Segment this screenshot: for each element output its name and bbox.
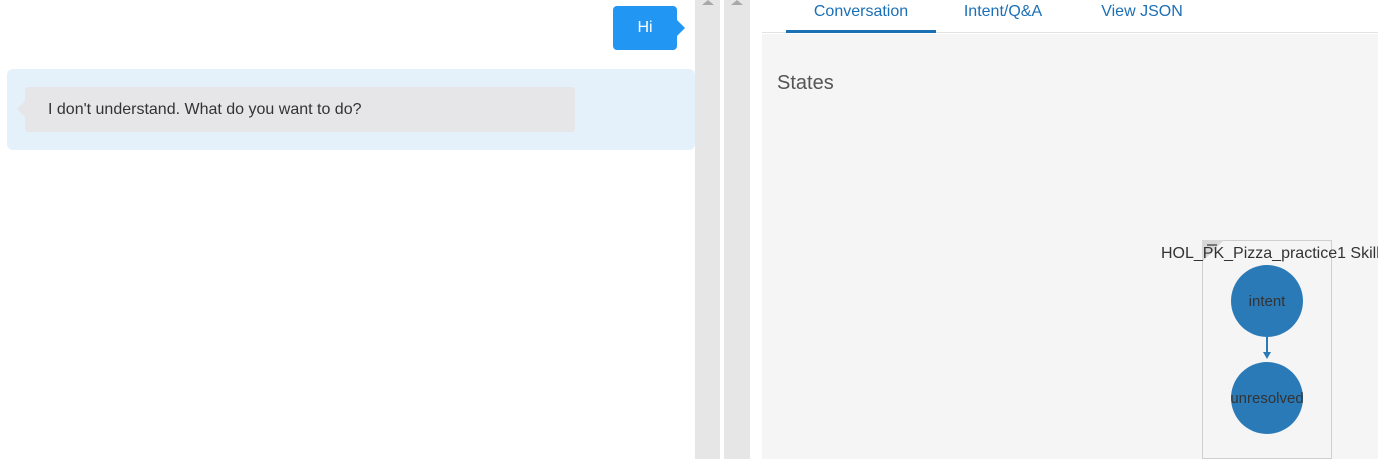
splitter-scrollbar-right[interactable] bbox=[724, 0, 750, 459]
scroll-up-icon[interactable] bbox=[702, 0, 714, 5]
tab-bar: Conversation Intent/Q&A View JSON bbox=[762, 0, 1378, 33]
tab-view-json[interactable]: View JSON bbox=[1092, 0, 1192, 33]
user-message-bubble: Hi bbox=[613, 6, 685, 50]
tab-conversation[interactable]: Conversation bbox=[786, 0, 936, 33]
arrow-head-icon bbox=[1263, 352, 1271, 359]
state-node-unresolved[interactable]: unresolved bbox=[1230, 362, 1304, 434]
bot-message-text: I don't understand. What do you want to … bbox=[48, 101, 362, 118]
state-node-label: unresolved bbox=[1230, 389, 1304, 407]
bot-message-row: I don't understand. What do you want to … bbox=[7, 69, 695, 150]
tester-panel: Conversation Intent/Q&A View JSON States… bbox=[750, 0, 1378, 459]
splitter-scrollbar-left[interactable] bbox=[695, 0, 720, 459]
states-title: States bbox=[777, 72, 834, 94]
user-message-text: Hi bbox=[637, 19, 653, 36]
state-node-label: intent bbox=[1248, 292, 1286, 310]
chat-pane: Hi I don't understand. What do you want … bbox=[0, 0, 695, 459]
bot-message-bubble: I don't understand. What do you want to … bbox=[17, 87, 575, 132]
skill-label: HOL_PK_Pizza_practice1 Skill bbox=[1161, 245, 1378, 262]
scroll-up-icon[interactable] bbox=[731, 0, 743, 5]
app-root: Hi I don't understand. What do you want … bbox=[0, 0, 1378, 459]
states-graph-area: States HOL_PK_Pizza_practice1 Skill inte… bbox=[762, 34, 1378, 459]
tab-intent-qa[interactable]: Intent/Q&A bbox=[948, 0, 1058, 33]
state-node-intent[interactable]: intent bbox=[1231, 265, 1303, 337]
